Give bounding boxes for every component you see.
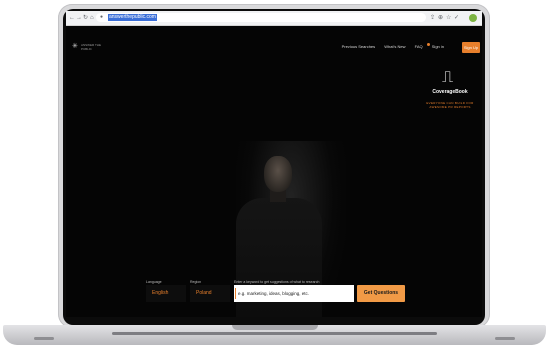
laptop-notch: [232, 325, 318, 330]
notification-dot: [427, 43, 430, 46]
coveragebook-logo-icon[interactable]: ⎍: [442, 70, 453, 86]
logo-text: ANSWER THE PUBLIC: [81, 43, 101, 51]
screen: ← → ↻ ⌂ ● answerthepublic.com ⇪ ⊕ ☆ ✓ ✳ …: [66, 11, 482, 317]
lock-icon: ●: [100, 14, 104, 20]
bookmark-icon[interactable]: ☆: [446, 14, 451, 22]
zoom-icon[interactable]: ⊕: [438, 14, 443, 22]
nav-faq[interactable]: FAQ: [415, 44, 423, 49]
nav-sign-in[interactable]: Sign in: [432, 44, 444, 49]
person-head: [264, 156, 292, 192]
text-cursor: [235, 288, 236, 299]
logo-mark-icon: ✳: [72, 43, 78, 50]
site-logo[interactable]: ✳ ANSWER THE PUBLIC: [72, 42, 102, 52]
profile-avatar[interactable]: [469, 14, 477, 22]
keyword-label: Enter a keyword to get suggestions of wh…: [234, 280, 320, 284]
get-questions-button[interactable]: Get Questions: [357, 285, 405, 302]
keyword-input[interactable]: [234, 285, 354, 302]
extension-icon[interactable]: ✓: [454, 14, 459, 22]
url-text[interactable]: answerthepublic.com: [108, 14, 157, 21]
region-select[interactable]: Poland: [190, 285, 230, 302]
arrow-right-icon[interactable]: →: [76, 14, 82, 22]
laptop-foot-right: [495, 337, 515, 340]
page-content: ✳ ANSWER THE PUBLIC Previous Searches Wh…: [66, 26, 482, 317]
arrow-left-icon[interactable]: ←: [69, 14, 75, 22]
home-icon[interactable]: ⌂: [90, 14, 94, 22]
address-bar[interactable]: ● answerthepublic.com: [96, 13, 426, 22]
laptop-base-line: [112, 332, 437, 335]
coveragebook-tagline: EVERYONE CAN BUILD FOR AWESOME PR REPORT…: [426, 101, 474, 109]
browser-toolbar: ← → ↻ ⌂ ● answerthepublic.com ⇪ ⊕ ☆ ✓: [66, 11, 482, 26]
nav-previous-searches[interactable]: Previous Searches: [342, 44, 376, 49]
language-select[interactable]: English: [146, 285, 186, 302]
share-icon[interactable]: ⇪: [430, 14, 435, 22]
nav-whats-new[interactable]: What's New: [384, 44, 405, 49]
signup-button[interactable]: Sign Up: [462, 42, 480, 53]
laptop-foot-left: [34, 337, 54, 340]
region-label: Region: [190, 280, 202, 284]
reload-icon[interactable]: ↻: [83, 14, 88, 22]
coveragebook-name[interactable]: CoverageBook: [420, 89, 480, 95]
language-label: Language: [146, 280, 162, 284]
